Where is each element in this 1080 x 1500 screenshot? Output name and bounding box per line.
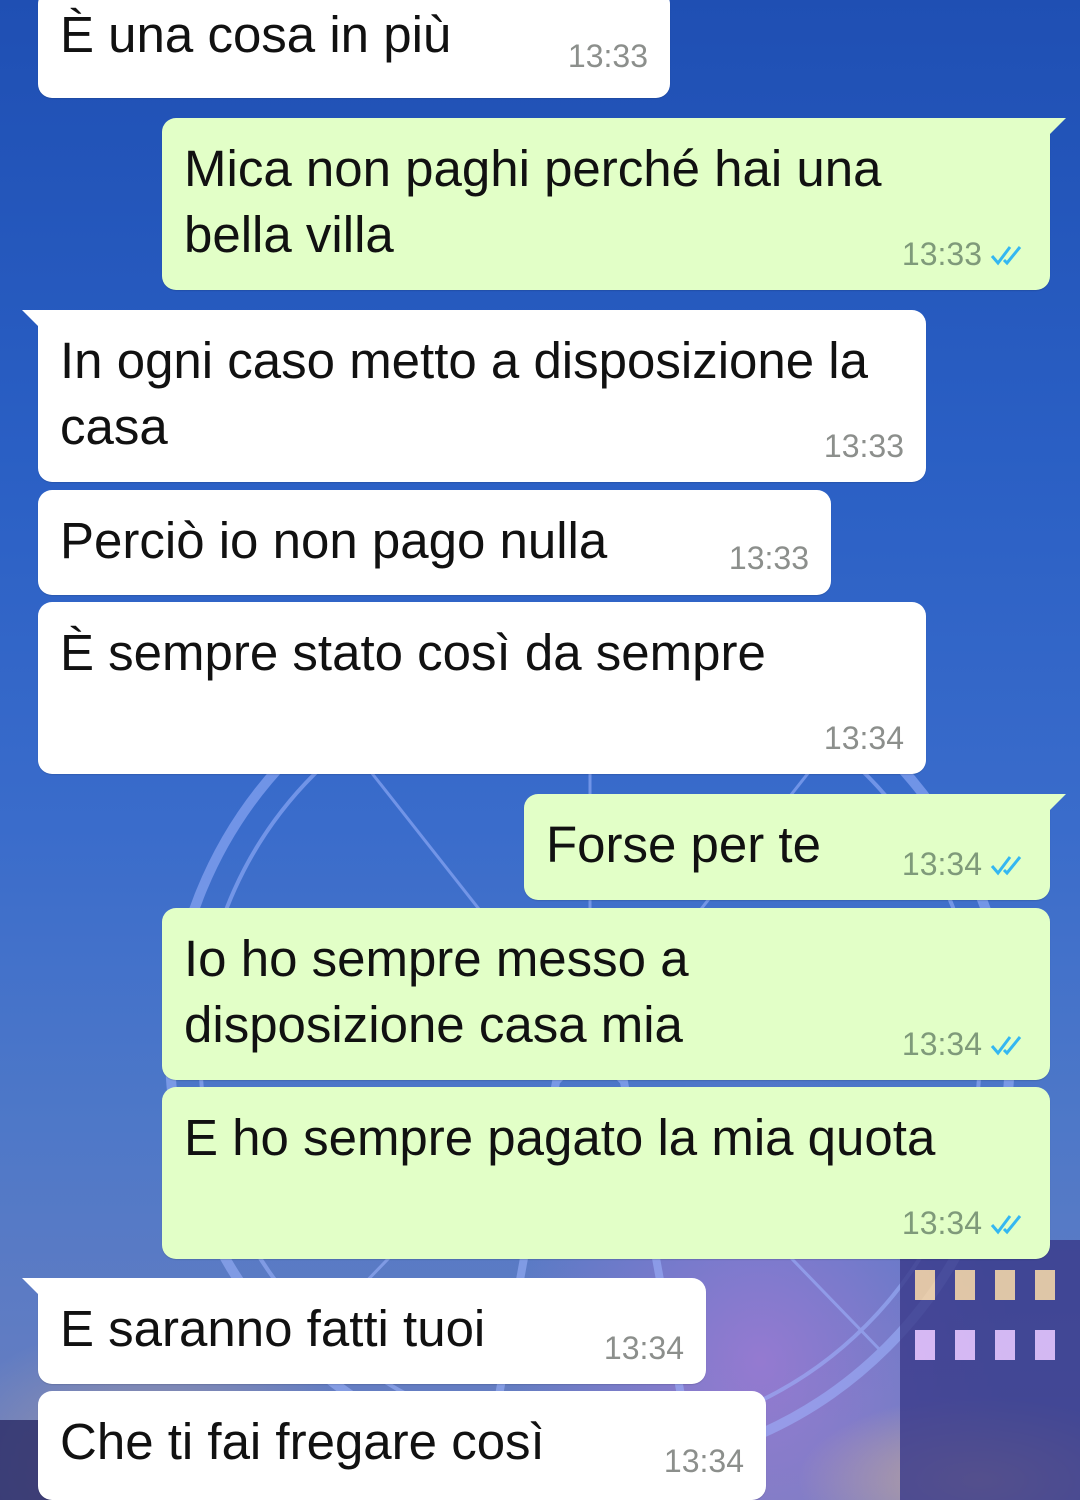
message-time: 13:34 bbox=[901, 1205, 982, 1241]
message-text: Mica non paghi perché hai una bella vill… bbox=[184, 140, 896, 263]
bubble-tail bbox=[22, 310, 44, 332]
bubble-tail bbox=[22, 1278, 44, 1300]
message-meta: 13:34 bbox=[902, 1205, 1028, 1242]
message-text: Perciò io non pago nulla bbox=[60, 512, 608, 569]
message-bubble-incoming[interactable]: È sempre stato così da sempre 13:34 bbox=[38, 602, 926, 774]
message-meta: 13:33 bbox=[729, 540, 809, 577]
message-time: 13:34 bbox=[603, 1330, 684, 1366]
message-text: E saranno fatti tuoi bbox=[60, 1300, 486, 1357]
message-meta: 13:34 bbox=[824, 720, 904, 757]
double-check-icon bbox=[990, 855, 1022, 875]
message-meta: 13:34 bbox=[902, 846, 1028, 883]
message-time: 13:33 bbox=[823, 428, 904, 464]
message-bubble-outgoing[interactable]: Mica non paghi perché hai una bella vill… bbox=[162, 118, 1066, 290]
message-time: 13:34 bbox=[663, 1443, 744, 1479]
message-text: Che ti fai fregare così bbox=[60, 1413, 545, 1470]
double-check-icon bbox=[990, 1214, 1022, 1234]
message-text: Io ho sempre messo a disposizione casa m… bbox=[184, 930, 703, 1053]
message-bubble-incoming[interactable]: Perciò io non pago nulla 13:33 bbox=[38, 490, 831, 595]
message-time: 13:33 bbox=[728, 540, 809, 576]
bubble-tail bbox=[1044, 794, 1066, 816]
message-meta: 13:34 bbox=[902, 1026, 1028, 1063]
message-bubble-incoming[interactable]: In ogni caso metto a disposizione la cas… bbox=[22, 310, 926, 482]
message-meta: 13:33 bbox=[568, 38, 648, 75]
message-time: 13:33 bbox=[901, 236, 982, 272]
message-text: È una cosa in più bbox=[60, 6, 452, 63]
message-bubble-outgoing[interactable]: Forse per te 13:34 bbox=[524, 794, 1066, 900]
message-meta: 13:34 bbox=[664, 1443, 744, 1480]
message-text: In ogni caso metto a disposizione la cas… bbox=[60, 332, 883, 455]
message-time: 13:34 bbox=[823, 720, 904, 756]
message-text: Forse per te bbox=[546, 816, 821, 873]
message-meta: 13:34 bbox=[604, 1330, 684, 1367]
message-text: È sempre stato così da sempre bbox=[60, 624, 766, 681]
message-bubble-outgoing[interactable]: Io ho sempre messo a disposizione casa m… bbox=[162, 908, 1050, 1080]
message-bubble-incoming[interactable]: È una cosa in più 13:33 bbox=[38, 0, 670, 98]
message-time: 13:33 bbox=[567, 38, 648, 74]
message-meta: 13:33 bbox=[902, 236, 1028, 273]
message-bubble-outgoing[interactable]: E ho sempre pagato la mia quota 13:34 bbox=[162, 1087, 1050, 1259]
message-text: E ho sempre pagato la mia quota bbox=[184, 1109, 936, 1166]
message-bubble-incoming[interactable]: E saranno fatti tuoi 13:34 bbox=[22, 1278, 706, 1384]
message-bubble-incoming[interactable]: Che ti fai fregare così 13:34 bbox=[38, 1391, 766, 1500]
double-check-icon bbox=[990, 245, 1022, 265]
message-meta: 13:33 bbox=[824, 428, 904, 465]
double-check-icon bbox=[990, 1035, 1022, 1055]
bubble-tail bbox=[1044, 118, 1066, 140]
message-time: 13:34 bbox=[901, 846, 982, 882]
message-time: 13:34 bbox=[901, 1026, 982, 1062]
